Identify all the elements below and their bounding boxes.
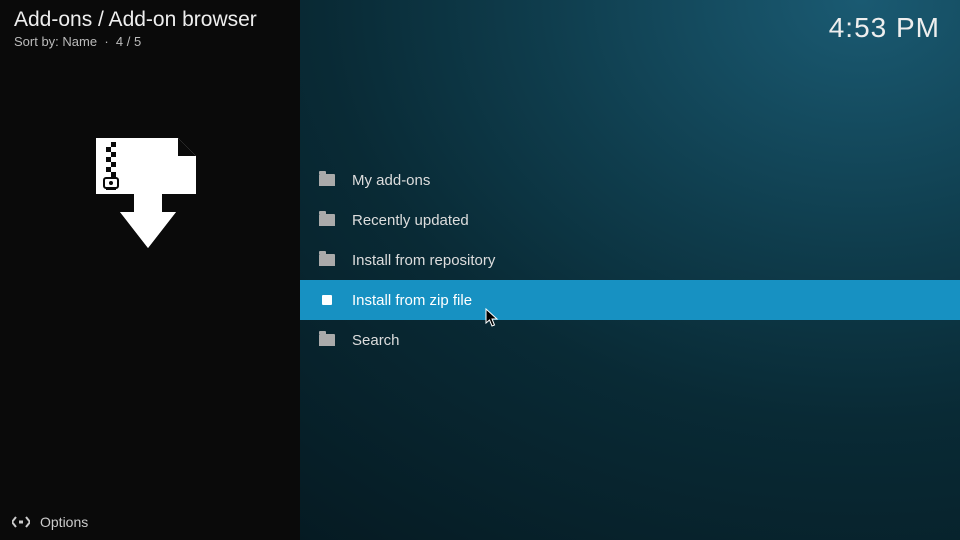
sort-info: Sort by: Name · 4 / 5 xyxy=(14,34,141,49)
list-item-label: Install from zip file xyxy=(352,292,472,309)
list-item-install-from-repository[interactable]: Install from repository xyxy=(300,240,960,280)
options-arrows-icon xyxy=(12,515,30,529)
list-position: 4 / 5 xyxy=(116,34,141,49)
options-label: Options xyxy=(40,514,88,530)
list-item-recently-updated[interactable]: Recently updated xyxy=(300,200,960,240)
breadcrumb-title: Add-ons / Add-on browser xyxy=(14,8,257,32)
sort-sep: · xyxy=(101,34,116,49)
sort-value: Name xyxy=(62,34,97,49)
list-item-install-from-zip-file[interactable]: Install from zip file xyxy=(300,280,960,320)
zip-download-icon xyxy=(78,130,208,260)
zip-icon xyxy=(318,293,336,307)
list-item-my-addons[interactable]: My add-ons xyxy=(300,160,960,200)
folder-icon xyxy=(318,253,336,267)
clock: 4:53 PM xyxy=(829,12,940,44)
folder-icon xyxy=(318,213,336,227)
folder-icon xyxy=(318,333,336,347)
list-item-label: My add-ons xyxy=(352,172,430,189)
list-item-search[interactable]: Search xyxy=(300,320,960,360)
list-item-label: Recently updated xyxy=(352,212,469,229)
list-item-label: Search xyxy=(352,332,400,349)
list-item-label: Install from repository xyxy=(352,252,495,269)
folder-icon xyxy=(318,173,336,187)
addon-list: My add-ons Recently updated Install from… xyxy=(300,160,960,360)
sort-prefix: Sort by: xyxy=(14,34,59,49)
options-button[interactable]: Options xyxy=(12,514,88,530)
sidebar-panel: Add-ons / Add-on browser Sort by: Name ·… xyxy=(0,0,300,540)
